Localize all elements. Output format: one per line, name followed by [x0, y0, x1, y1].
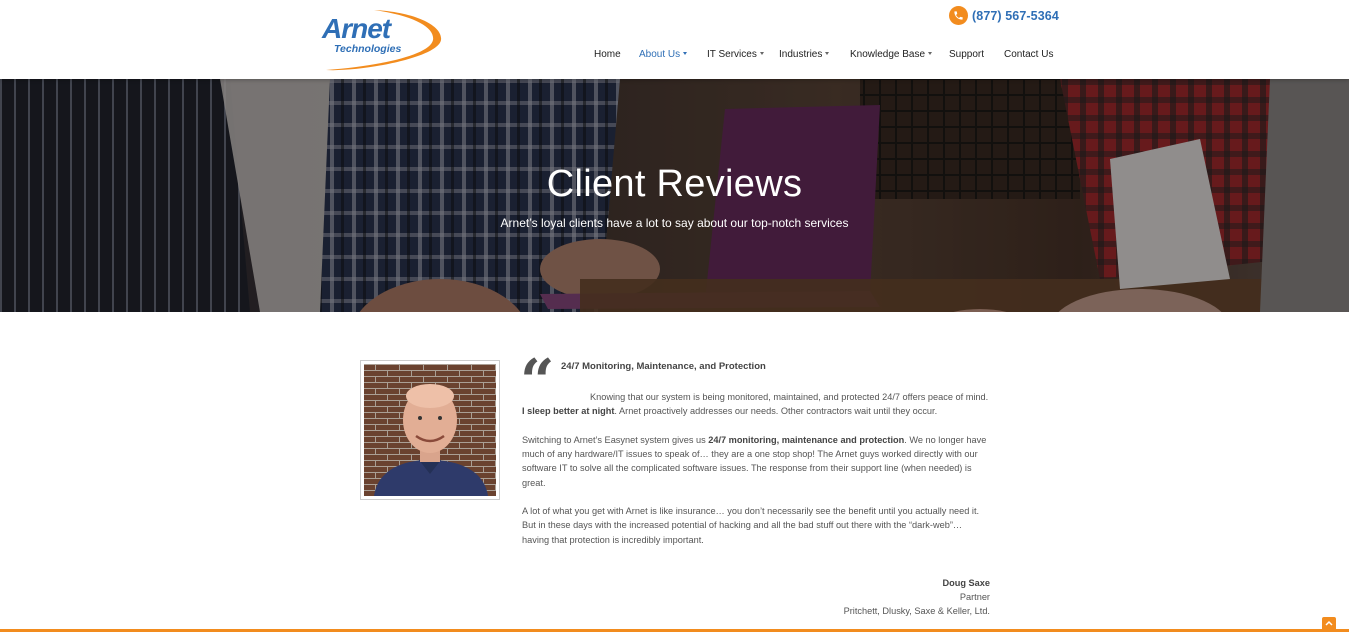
- page-title: Client Reviews: [546, 163, 803, 205]
- phone-number[interactable]: (877) 567-5364: [972, 9, 1059, 23]
- client-photo: [360, 360, 500, 500]
- nav-industries[interactable]: Industries: [779, 49, 830, 60]
- nav-knowledge-base[interactable]: Knowledge Base: [850, 49, 933, 60]
- testimonial-author: Doug Saxe Partner Pritchett, Dlusky, Sax…: [740, 576, 990, 619]
- testimonial-title: 24/7 Monitoring, Maintenance, and Protec…: [561, 361, 766, 372]
- logo-text-arnet: Arnet: [321, 13, 393, 44]
- nav-support-label: Support: [949, 49, 985, 60]
- chevron-down-icon: [683, 52, 688, 55]
- nav-it-services-label: IT Services: [707, 49, 757, 60]
- nav-home[interactable]: Home: [594, 49, 621, 60]
- nav-contact-us[interactable]: Contact Us: [1004, 49, 1053, 60]
- chevron-down-icon: [759, 52, 764, 55]
- nav-it-services[interactable]: IT Services: [707, 49, 764, 60]
- nav-about-us-label: About Us: [639, 49, 681, 60]
- chevron-down-icon: [928, 52, 933, 55]
- nav-support[interactable]: Support: [949, 49, 984, 60]
- phone-icon: [949, 6, 968, 25]
- testimonial-paragraph-1: Knowing that our system is being monitor…: [522, 390, 990, 418]
- text-span: Switching to Arnet’s Easynet system give…: [522, 434, 709, 445]
- text-span: Knowing that our system is being monitor…: [590, 392, 989, 402]
- nav-knowledge-base-label: Knowledge Base: [850, 49, 926, 60]
- hero-banner: Client Reviews Arnet’s loyal clients hav…: [0, 79, 1349, 312]
- phone-link[interactable]: (877) 567-5364: [949, 6, 1059, 25]
- testimonial-paragraph-2: Switching to Arnet’s Easynet system give…: [522, 433, 990, 490]
- nav-contact-us-label: Contact Us: [1004, 49, 1054, 60]
- testimonial-paragraph-3: A lot of what you get with Arnet is like…: [522, 506, 980, 545]
- author-role: Partner: [959, 592, 990, 603]
- testimonial-body: Knowing that our system is being monitor…: [522, 390, 990, 561]
- author-company: Pritchett, Dlusky, Saxe & Keller, Ltd.: [843, 606, 990, 617]
- nav-about-us[interactable]: About Us: [639, 49, 688, 60]
- nav-home-label: Home: [594, 49, 621, 60]
- text-emphasis: 24/7 monitoring, maintenance and protect…: [708, 434, 905, 445]
- page-subtitle: Arnet’s loyal clients have a lot to say …: [500, 216, 849, 230]
- client-portrait-image: [364, 364, 496, 496]
- text-span: . Arnet proactively addresses our needs.…: [614, 406, 938, 417]
- chevron-up-icon: [1325, 620, 1333, 626]
- scroll-to-top-button[interactable]: [1322, 617, 1336, 629]
- main-nav: Home About Us IT Services Industries Kno…: [0, 49, 1349, 63]
- site-header: Arnet Technologies (877) 567-5364 Home A…: [0, 0, 1349, 79]
- author-name: Doug Saxe: [942, 578, 990, 588]
- text-emphasis: I sleep better at night: [522, 406, 615, 417]
- nav-industries-label: Industries: [779, 49, 823, 60]
- chevron-down-icon: [825, 52, 830, 55]
